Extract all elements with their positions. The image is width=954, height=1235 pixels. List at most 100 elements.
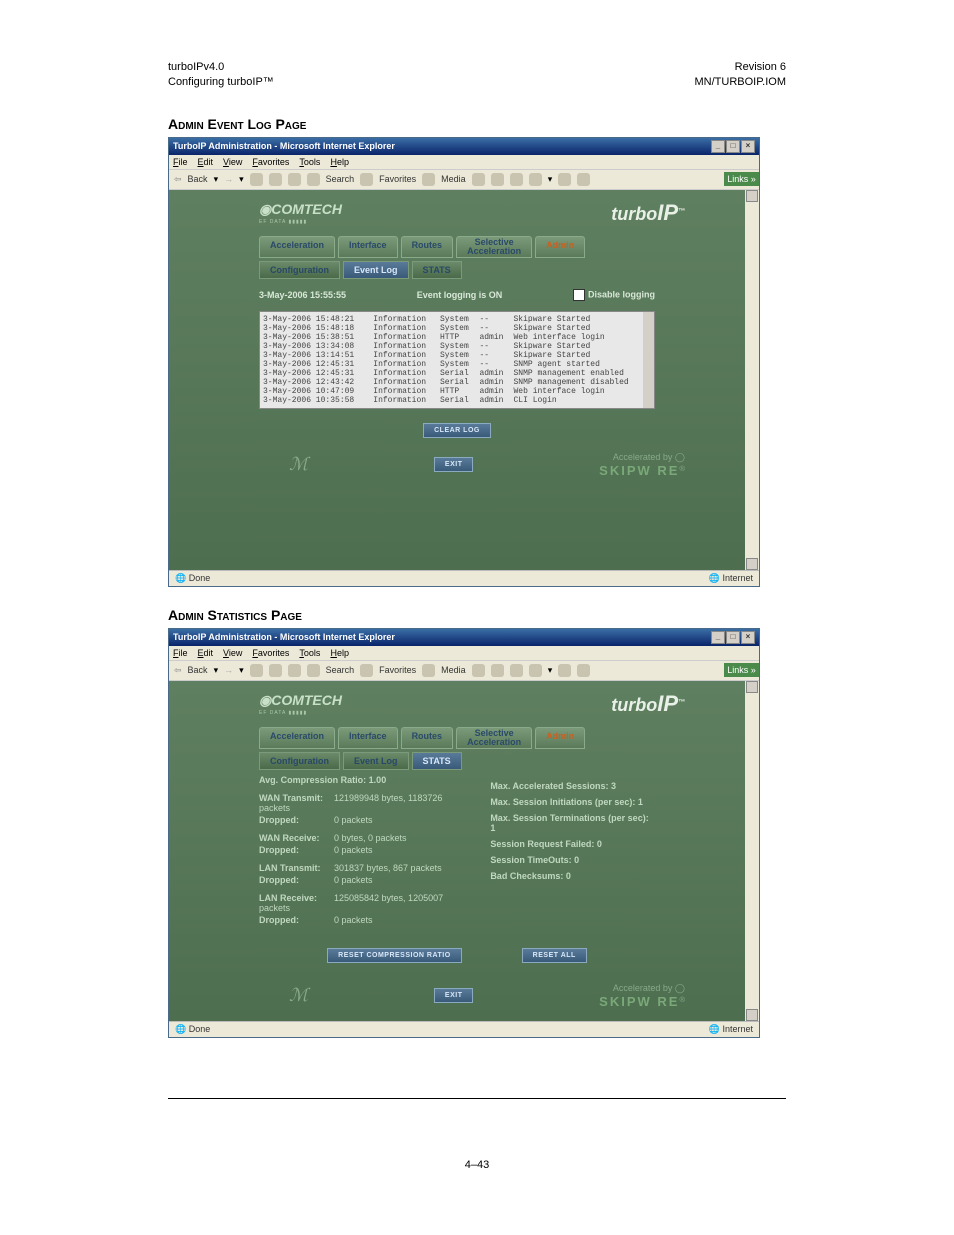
status-done: 🌐 Done <box>175 1024 210 1035</box>
menu-view[interactable]: View <box>223 648 242 658</box>
history-icon[interactable] <box>472 664 485 677</box>
log-cell: 3-May-2006 12:43:42 <box>263 378 373 387</box>
subtab-eventlog[interactable]: Event Log <box>343 752 409 770</box>
menu-view[interactable]: View <box>223 157 242 167</box>
media-icon[interactable] <box>422 664 435 677</box>
log-row: 3-May-2006 15:48:21InformationSystem--Sk… <box>263 315 651 324</box>
status-bar: 🌐 Done 🌐 Internet <box>169 1021 759 1037</box>
refresh-icon[interactable] <box>269 173 282 186</box>
log-cell: Skipware Started <box>513 324 651 333</box>
log-cell: SNMP agent started <box>513 360 651 369</box>
log-cell: SNMP management disabled <box>513 378 651 387</box>
refresh-icon[interactable] <box>269 664 282 677</box>
comtech-logo: ◉COMTECH <box>259 692 342 708</box>
minimize-icon[interactable]: _ <box>711 631 725 644</box>
menu-favorites[interactable]: Favorites <box>252 157 289 167</box>
print-icon[interactable] <box>510 173 523 186</box>
mail-icon[interactable] <box>491 664 504 677</box>
log-scrollbar[interactable] <box>643 312 654 408</box>
tab-interface[interactable]: Interface <box>338 236 398 258</box>
mail-icon[interactable] <box>491 173 504 186</box>
media-icon[interactable] <box>422 173 435 186</box>
tab-selective-acceleration[interactable]: SelectiveAcceleration <box>456 727 532 749</box>
subtab-eventlog[interactable]: Event Log <box>343 261 409 279</box>
scrollbar[interactable] <box>746 190 758 570</box>
exit-button[interactable]: EXIT <box>434 457 474 472</box>
clear-log-button[interactable]: CLEAR LOG <box>423 423 491 438</box>
messenger-icon[interactable] <box>577 173 590 186</box>
print-icon[interactable] <box>510 664 523 677</box>
menu-tools[interactable]: Tools <box>299 157 320 167</box>
window-title: TurboIP Administration - Microsoft Inter… <box>173 141 395 151</box>
menu-help[interactable]: Help <box>330 648 349 658</box>
menu-tools[interactable]: Tools <box>299 648 320 658</box>
turboip-logo: turboIP™ <box>611 200 685 226</box>
links-button[interactable]: Links » <box>724 172 759 186</box>
reset-compression-button[interactable]: RESET COMPRESSION RATIO <box>327 948 462 963</box>
close-icon[interactable]: × <box>741 631 755 644</box>
menu-edit[interactable]: Edit <box>198 648 214 658</box>
log-cell: Information <box>373 396 440 405</box>
home-icon[interactable] <box>288 664 301 677</box>
stat-value: Max. Session Terminations (per sec): 1 <box>490 813 655 833</box>
tab-acceleration[interactable]: Acceleration <box>259 727 335 749</box>
history-icon[interactable] <box>472 173 485 186</box>
menu-file[interactable]: File <box>173 648 188 658</box>
exit-button[interactable]: EXIT <box>434 988 474 1003</box>
dropped-value: 0 packets <box>334 915 373 925</box>
reset-all-button[interactable]: RESET ALL <box>522 948 587 963</box>
favorites-icon[interactable] <box>360 173 373 186</box>
subtab-configuration[interactable]: Configuration <box>259 752 340 770</box>
back-button[interactable]: Back <box>188 665 208 675</box>
disable-logging-checkbox[interactable] <box>573 289 585 301</box>
close-icon[interactable]: × <box>741 140 755 153</box>
search-label[interactable]: Search <box>326 665 355 675</box>
tab-selective-acceleration[interactable]: SelectiveAcceleration <box>456 236 532 258</box>
search-icon[interactable] <box>307 664 320 677</box>
favorites-icon[interactable] <box>360 664 373 677</box>
tab-interface[interactable]: Interface <box>338 727 398 749</box>
home-icon[interactable] <box>288 173 301 186</box>
log-cell: admin <box>479 378 513 387</box>
maximize-icon[interactable]: □ <box>726 631 740 644</box>
search-icon[interactable] <box>307 173 320 186</box>
signature: ℳ <box>289 985 308 1006</box>
minimize-icon[interactable]: _ <box>711 140 725 153</box>
subtab-configuration[interactable]: Configuration <box>259 261 340 279</box>
media-label[interactable]: Media <box>441 174 466 184</box>
menu-edit[interactable]: Edit <box>198 157 214 167</box>
discuss-icon[interactable] <box>558 664 571 677</box>
menu-favorites[interactable]: Favorites <box>252 648 289 658</box>
edit-icon[interactable] <box>529 664 542 677</box>
log-row: 3-May-2006 15:38:51InformationHTTPadminW… <box>263 333 651 342</box>
stat-value: Max. Accelerated Sessions: 3 <box>490 781 655 791</box>
messenger-icon[interactable] <box>577 664 590 677</box>
tab-routes[interactable]: Routes <box>401 236 454 258</box>
maximize-icon[interactable]: □ <box>726 140 740 153</box>
stop-icon[interactable] <box>250 173 263 186</box>
stat-value: Max. Session Initiations (per sec): 1 <box>490 797 655 807</box>
subtab-stats[interactable]: STATS <box>412 752 462 770</box>
favorites-label[interactable]: Favorites <box>379 665 416 675</box>
log-cell: Information <box>373 360 440 369</box>
favorites-label[interactable]: Favorites <box>379 174 416 184</box>
media-label[interactable]: Media <box>441 665 466 675</box>
subtab-stats[interactable]: STATS <box>412 261 462 279</box>
tab-admin[interactable]: Admin <box>535 236 585 258</box>
edit-icon[interactable] <box>529 173 542 186</box>
tab-admin[interactable]: Admin <box>535 727 585 749</box>
log-cell: System <box>440 324 479 333</box>
tab-acceleration[interactable]: Acceleration <box>259 236 335 258</box>
tab-routes[interactable]: Routes <box>401 727 454 749</box>
menu-help[interactable]: Help <box>330 157 349 167</box>
scrollbar[interactable] <box>746 681 758 1021</box>
log-cell: Serial <box>440 369 479 378</box>
back-button[interactable]: Back <box>188 174 208 184</box>
log-cell: Serial <box>440 396 479 405</box>
stop-icon[interactable] <box>250 664 263 677</box>
discuss-icon[interactable] <box>558 173 571 186</box>
links-button[interactable]: Links » <box>724 663 759 677</box>
search-label[interactable]: Search <box>326 174 355 184</box>
log-cell: System <box>440 342 479 351</box>
menu-file[interactable]: File <box>173 157 188 167</box>
